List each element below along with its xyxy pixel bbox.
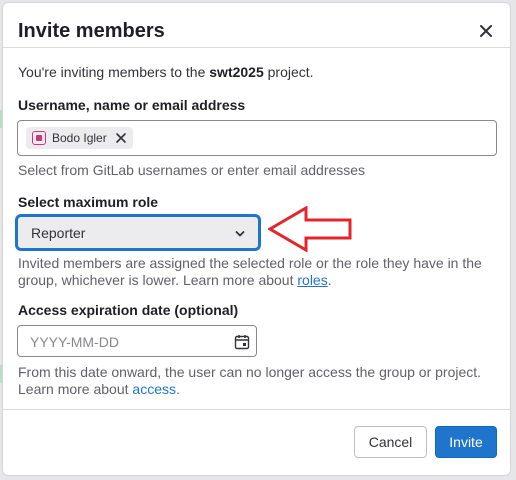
token-label: Bodo Igler xyxy=(52,131,107,145)
remove-token-icon[interactable] xyxy=(115,132,127,144)
invite-button[interactable]: Invite xyxy=(435,426,497,458)
invite-members-modal: Invite members You're inviting members t… xyxy=(2,2,511,476)
cancel-button[interactable]: Cancel xyxy=(354,426,427,458)
calendar-icon[interactable] xyxy=(234,334,250,350)
project-name: swt2025 xyxy=(209,64,264,80)
expiration-date-input[interactable]: YYYY-MM-DD xyxy=(17,325,257,357)
roles-link[interactable]: roles xyxy=(297,272,327,288)
annotation-arrow-icon xyxy=(268,206,352,252)
expiration-help: From this date onward, the user can no l… xyxy=(18,364,482,397)
username-label: Username, name or email address xyxy=(18,97,246,113)
role-select[interactable]: Reporter xyxy=(17,216,259,249)
date-placeholder: YYYY-MM-DD xyxy=(30,334,119,350)
access-link[interactable]: access xyxy=(132,381,176,397)
username-help: Select from GitLab usernames or enter em… xyxy=(18,162,366,178)
modal-title: Invite members xyxy=(18,20,165,42)
footer-divider xyxy=(3,409,510,410)
intro-text: You're inviting members to the swt2025 p… xyxy=(18,64,314,80)
user-token: Bodo Igler xyxy=(26,127,133,149)
role-label: Select maximum role xyxy=(18,194,159,210)
close-icon[interactable] xyxy=(476,21,496,41)
avatar-icon xyxy=(32,131,46,145)
username-input[interactable]: Bodo Igler xyxy=(17,120,497,156)
role-select-value: Reporter xyxy=(31,225,86,241)
chevron-down-icon xyxy=(235,231,245,237)
header-divider xyxy=(3,47,510,48)
role-help: Invited members are assigned the selecte… xyxy=(18,255,482,288)
expiration-label: Access expiration date (optional) xyxy=(18,302,239,318)
